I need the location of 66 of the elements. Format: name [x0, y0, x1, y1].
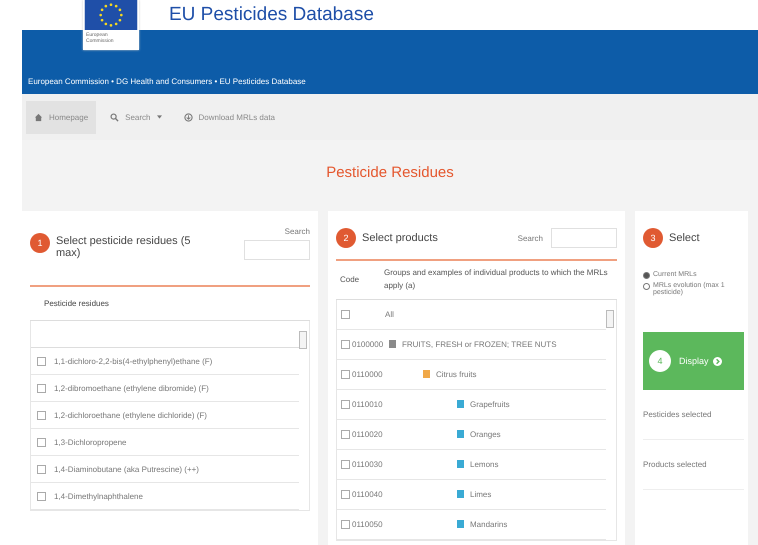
checkbox[interactable] — [341, 460, 350, 469]
nav-item[interactable]: Homepage — [26, 100, 96, 134]
home-icon — [34, 112, 43, 122]
checkbox[interactable] — [341, 430, 350, 439]
display-button[interactable]: 4 Display — [643, 332, 744, 390]
step-number: 3 — [643, 228, 663, 248]
download-icon — [184, 112, 192, 122]
search-field[interactable] — [244, 240, 310, 260]
search-icon — [110, 112, 120, 122]
residue-name[interactable]: 1,4-Diaminobutane (aka Putrescine) (++) — [54, 464, 199, 474]
column-header: Pesticide residues — [30, 287, 310, 321]
checkbox[interactable] — [37, 384, 46, 392]
checkbox[interactable] — [37, 356, 46, 366]
checkbox[interactable] — [341, 520, 350, 529]
product-name[interactable]: FRUITS, FRESH or FROZEN; TREE NUTS — [402, 340, 557, 349]
scrollbar[interactable] — [606, 310, 614, 328]
residue-name[interactable]: 1,2-dibromoethane (ethylene dibromide) (F) — [54, 384, 209, 392]
product-name[interactable]: Lemons — [470, 460, 498, 469]
product-name[interactable]: Oranges — [470, 430, 501, 439]
checkbox[interactable] — [341, 490, 350, 499]
radio-button[interactable] — [643, 283, 650, 290]
step-number: 1 — [30, 233, 50, 253]
checkbox[interactable] — [341, 340, 350, 349]
code-cell: 0110040 — [337, 490, 385, 499]
column-header: Groups and examples of individual products to which the MRLs apply (a) — [384, 267, 609, 292]
page-title: Pesticide Residues — [325, 164, 455, 181]
search-label: Search — [284, 227, 310, 236]
breadcrumb[interactable]: European Commission • DG Health and Consumers • EU Pesticides Database — [28, 77, 306, 86]
panel-title: Select products — [362, 232, 438, 244]
summary-label: Products selected — [643, 440, 744, 490]
search-field[interactable] — [551, 228, 617, 248]
nav-item[interactable]: Search — [102, 100, 170, 134]
checkbox[interactable] — [37, 410, 46, 420]
panel-title: Select — [669, 232, 700, 244]
checkbox[interactable] — [37, 464, 46, 474]
residue-name[interactable]: 1,2-dichloroethane (ethylene dichloride) (F) — [54, 410, 207, 420]
arrow-icon — [712, 356, 722, 366]
product-name[interactable]: Mandarins — [470, 520, 508, 529]
checkbox[interactable] — [37, 438, 46, 446]
checkbox[interactable] — [341, 400, 350, 409]
code-cell: 0110010 — [337, 400, 385, 409]
summary-label: Pesticides selected — [643, 390, 744, 440]
all-option[interactable]: All — [385, 310, 394, 319]
nav-item[interactable]: Download MRLs data — [176, 100, 283, 134]
eu-flag-icon — [83, 0, 139, 30]
product-name[interactable]: Limes — [470, 490, 492, 499]
code-cell: 0110030 — [337, 460, 385, 469]
checkbox[interactable] — [341, 370, 350, 379]
code-cell: 0110000 — [337, 370, 385, 379]
radio-button[interactable] — [643, 272, 650, 279]
residue-name[interactable]: 1,3-Dichloropropene — [54, 438, 126, 446]
residue-name[interactable]: 1,1-dichloro-2,2-bis(4-ethylphenyl)ethane (F) — [54, 356, 212, 366]
code-cell: 0100000 — [337, 340, 385, 349]
product-name[interactable]: Grapefruits — [470, 400, 510, 409]
checkbox[interactable] — [37, 492, 46, 500]
product-name[interactable]: Citrus fruits — [436, 370, 476, 379]
column-header: Code — [339, 275, 360, 284]
code-cell: 0110020 — [337, 430, 385, 439]
scrollbar[interactable] — [299, 331, 307, 349]
search-label: Search — [518, 234, 543, 242]
panel-title: Select pesticide residues (5 max) — [56, 235, 192, 259]
step-number: 2 — [336, 228, 356, 248]
code-cell: 0110050 — [337, 520, 385, 529]
site-title: EU Pesticides Database — [169, 4, 374, 26]
residue-name[interactable]: 1,4-Dimethylnaphthalene — [54, 492, 143, 500]
checkbox[interactable] — [341, 310, 350, 319]
